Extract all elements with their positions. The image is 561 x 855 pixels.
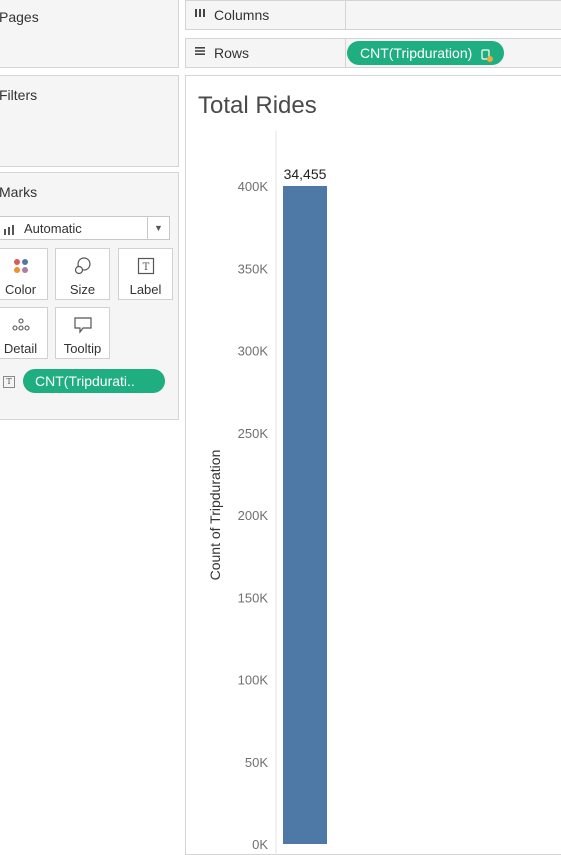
y-tick-label: 0K [252, 837, 268, 852]
chevron-down-icon[interactable]: ▼ [147, 217, 169, 239]
tooltip-label: Tooltip [63, 341, 102, 356]
y-tick-label: 350K [238, 261, 269, 276]
detail-icon [0, 316, 47, 334]
detail-button[interactable]: Detail [0, 307, 48, 359]
y-tick-label: 100K [238, 673, 269, 688]
label-button[interactable]: T Label [118, 248, 173, 300]
rows-shelf-header: Rows [186, 39, 346, 67]
y-axis-title: Count of Tripduration [207, 450, 223, 581]
label-field-pill[interactable]: CNT(Tripdurati.. [23, 369, 165, 393]
filters-title: Filters [0, 87, 38, 103]
rows-icon [194, 45, 206, 60]
calculation-warning-icon [481, 46, 494, 65]
size-icon [56, 257, 109, 275]
columns-shelf[interactable]: Columns [185, 0, 561, 30]
rows-shelf[interactable]: Rows CNT(Tripduration) [185, 38, 561, 68]
marks-card: Marks Automatic ▼ Color Size T Label Det… [0, 172, 179, 420]
columns-label: Columns [214, 7, 270, 23]
filters-card[interactable]: Filters [0, 75, 179, 167]
size-button[interactable]: Size [55, 248, 110, 300]
bar-data-label: 34,455 [284, 166, 327, 182]
color-icon [0, 257, 47, 275]
tooltip-icon [56, 316, 109, 334]
pages-card: Pages [0, 0, 179, 68]
y-tick-label: 200K [238, 508, 269, 523]
mark-type-dropdown[interactable]: Automatic ▼ [0, 216, 170, 240]
svg-text:T: T [142, 262, 149, 273]
color-label: Color [4, 282, 37, 297]
y-tick-label: 300K [238, 344, 269, 359]
bar [283, 186, 327, 844]
y-tick-label: 150K [238, 590, 269, 605]
text-label-icon: T [119, 257, 172, 275]
rows-pill-wrapper: CNT(Tripduration) [347, 41, 505, 70]
size-label: Size [69, 282, 96, 297]
bar-chart: 0K 50K 100K 150K 200K 250K 300K 350K 400K Count o… [207, 131, 327, 855]
rows-field-pill-label: CNT(Tripduration) [360, 45, 473, 61]
rows-label: Rows [214, 45, 250, 61]
columns-shelf-header: Columns [186, 1, 346, 29]
y-tick-label: 250K [238, 426, 269, 441]
y-tick-label: 50K [245, 755, 268, 770]
text-label-icon: T [3, 376, 15, 388]
bar-chart-icon [4, 223, 18, 235]
color-button[interactable]: Color [0, 248, 48, 300]
rows-field-pill[interactable]: CNT(Tripduration) [347, 41, 505, 65]
label-label: Label [129, 282, 162, 297]
y-tick-label: 400K [238, 179, 269, 194]
columns-icon [194, 7, 206, 22]
detail-label: Detail [3, 341, 38, 356]
pages-title: Pages [0, 9, 39, 25]
tooltip-button[interactable]: Tooltip [55, 307, 110, 359]
mark-type-value: Automatic [24, 221, 82, 236]
marks-title: Marks [0, 184, 38, 200]
view-area: Total Rides 0K 50K 100K 150K 200K 250K 300K 350… [185, 75, 561, 855]
